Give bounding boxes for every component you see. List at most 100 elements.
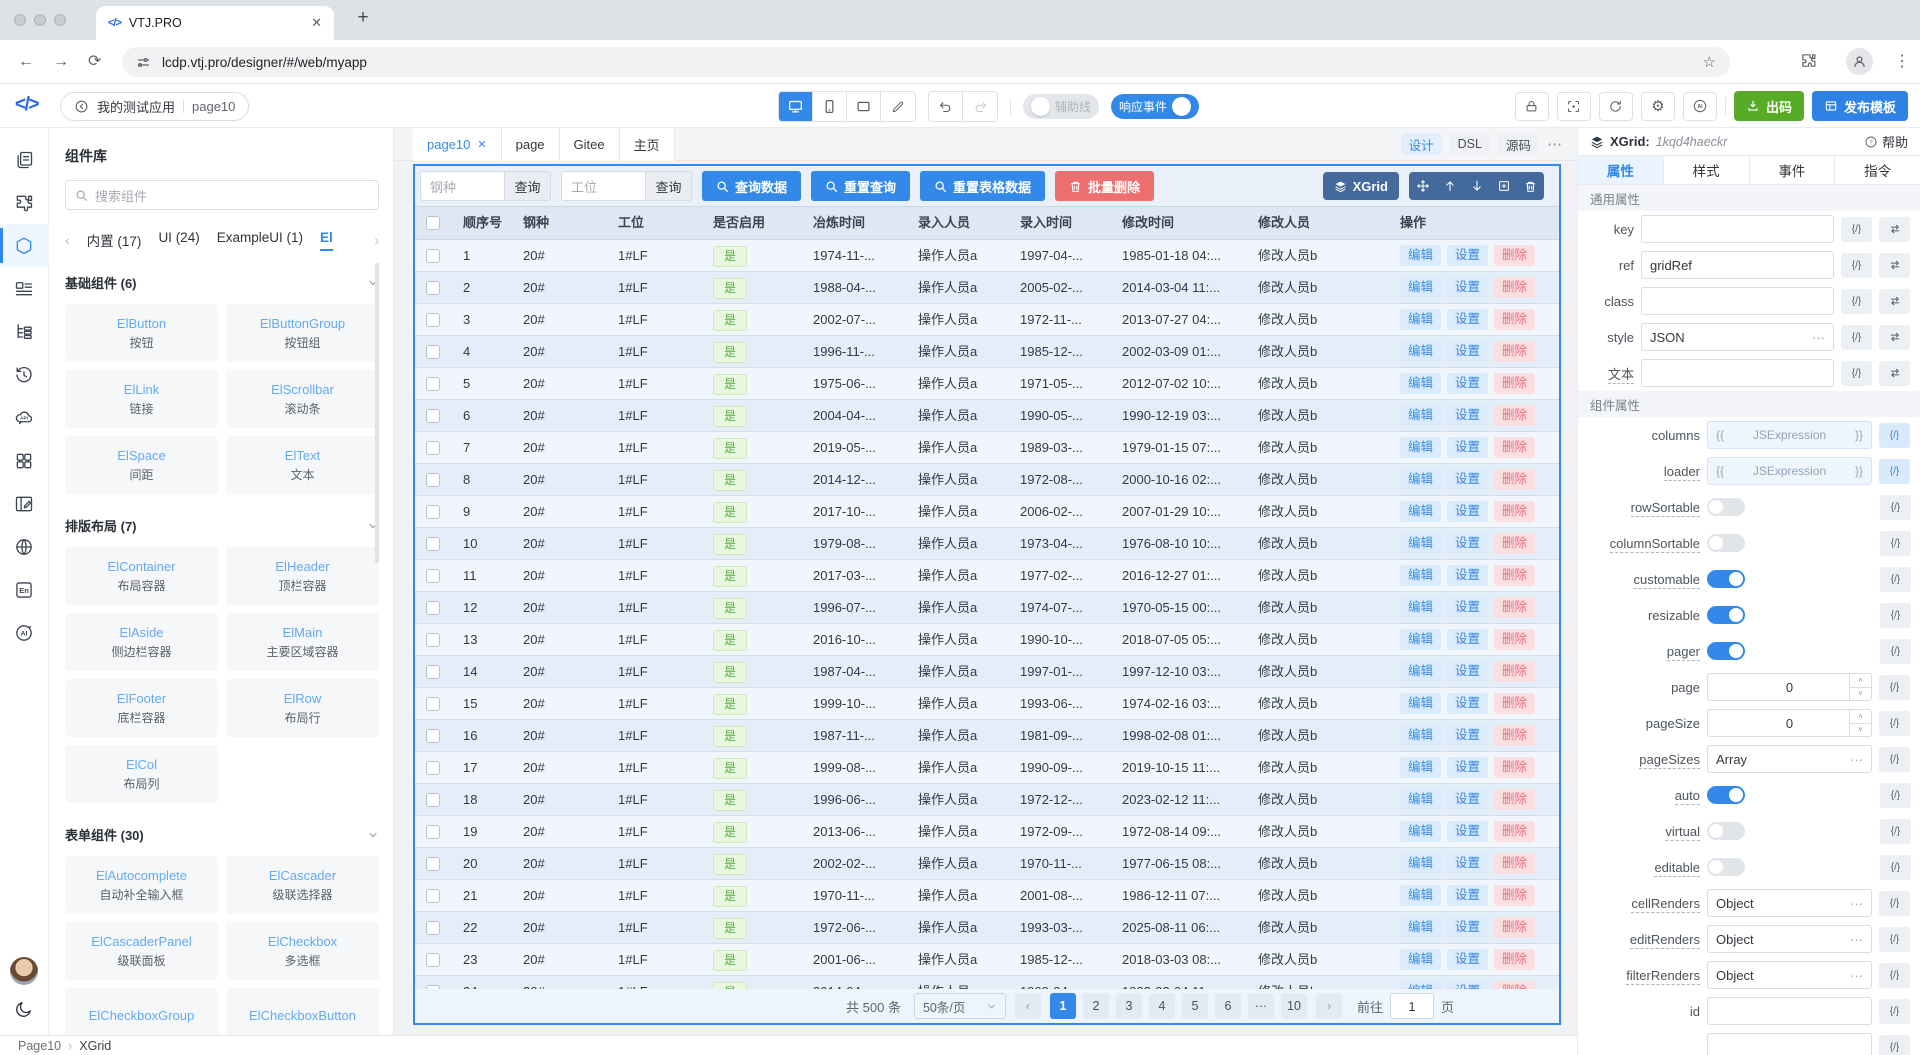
row-checkbox[interactable] (415, 304, 451, 335)
ref-input[interactable]: gridRef (1641, 251, 1834, 279)
extensions-puzzle-icon[interactable] (1800, 52, 1817, 69)
delete-button[interactable]: 删除 (1494, 853, 1536, 874)
window-zoom-icon[interactable] (54, 14, 66, 26)
delete-button[interactable]: 删除 (1494, 725, 1536, 746)
tab-指令[interactable]: 指令 (1835, 156, 1920, 184)
edit-button[interactable]: 编辑 (1400, 277, 1442, 298)
code-expression-icon[interactable]: {/} (1880, 494, 1911, 520)
settings-button[interactable]: 设置 (1447, 341, 1489, 362)
column-header-冶炼时间[interactable]: 冶炼时间 (801, 207, 906, 239)
columns-expression[interactable]: {{JSExpression}} (1707, 421, 1872, 449)
library-tab-0[interactable]: 内置 (17) (87, 230, 142, 251)
row-checkbox[interactable] (415, 688, 451, 719)
edit-pencil-button[interactable] (881, 92, 915, 121)
tabs-scroll-right-icon[interactable]: › (374, 232, 379, 248)
row-checkbox[interactable] (415, 944, 451, 975)
component-item-ElCheckbox[interactable]: ElCheckbox 多选框 (226, 922, 379, 980)
browser-profile-avatar[interactable] (1846, 48, 1873, 75)
class-input[interactable] (1641, 287, 1834, 315)
columnSortable-toggle[interactable] (1707, 534, 1745, 552)
delete-button[interactable]: 删除 (1494, 757, 1536, 778)
component-item-ElText[interactable]: ElText 文本 (226, 436, 379, 494)
style-input[interactable]: JSON ··· (1641, 323, 1834, 351)
site-info-icon[interactable] (136, 55, 151, 70)
settings-button[interactable]: 设置 (1447, 405, 1489, 426)
delete-button[interactable]: 删除 (1494, 501, 1536, 522)
column-header-是否启用[interactable]: 是否启用 (701, 207, 801, 239)
code-expression-icon[interactable]: {/} (1880, 782, 1911, 808)
column-header-顺序号[interactable]: 顺序号 (451, 207, 511, 239)
delete-button[interactable]: 删除 (1494, 693, 1536, 714)
breadcrumb-page[interactable]: Page10 (18, 1039, 61, 1053)
settings-button[interactable]: 设置 (1447, 597, 1489, 618)
query-data-button[interactable]: 查询数据 (702, 171, 802, 201)
history-icon[interactable] (0, 353, 49, 396)
ai-icon[interactable]: AI (0, 611, 49, 654)
bind-swap-icon[interactable] (1879, 324, 1910, 350)
settings-button[interactable]: 设置 (1447, 853, 1489, 874)
code-expression-icon[interactable]: {/} (1879, 890, 1910, 916)
mode-dsl-button[interactable]: DSL (1449, 133, 1490, 155)
code-expression-icon[interactable]: {/} (1879, 422, 1910, 448)
page-stepper[interactable]: 0 ˄ ˅ (1707, 673, 1872, 701)
page-tab-主页[interactable]: 主页 (619, 128, 675, 161)
page-tab-page[interactable]: page (501, 128, 560, 161)
delete-button[interactable]: 删除 (1494, 597, 1536, 618)
breadcrumb-component[interactable]: XGrid (79, 1039, 111, 1053)
settings-button[interactable]: 设置 (1447, 565, 1489, 586)
page-button-6[interactable]: 6 (1214, 993, 1241, 1019)
respond-events-toggle[interactable]: 响应事件 (1111, 94, 1200, 119)
browser-tab[interactable]: </> VTJ.PRO ✕ (96, 6, 334, 40)
steel-filter-input[interactable]: 钢种 (420, 171, 505, 201)
edit-button[interactable]: 编辑 (1400, 533, 1442, 554)
settings-button[interactable]: 设置 (1447, 757, 1489, 778)
device-phone-button[interactable] (813, 92, 847, 121)
cellRenders-input[interactable]: Object ··· (1707, 889, 1872, 917)
device-tablet-button[interactable] (847, 92, 881, 121)
row-checkbox[interactable] (415, 592, 451, 623)
row-checkbox[interactable] (415, 816, 451, 847)
vtj-logo[interactable]: </> (15, 94, 39, 116)
delete-button[interactable]: 删除 (1494, 309, 1536, 330)
theme-moon-icon[interactable] (14, 999, 34, 1019)
component-item-ElAside[interactable]: ElAside 侧边栏容器 (65, 613, 218, 671)
library-tab-1[interactable]: UI (24) (158, 230, 199, 251)
page-button-10[interactable]: 10 (1280, 993, 1307, 1019)
tab-close-icon[interactable]: ✕ (311, 15, 322, 31)
move-up-icon[interactable] (1436, 172, 1463, 200)
settings-button[interactable]: 设置 (1447, 245, 1489, 266)
code-expression-icon[interactable]: {/} (1841, 216, 1872, 242)
apps-icon[interactable] (0, 439, 49, 482)
edit-button[interactable]: 编辑 (1400, 789, 1442, 810)
customable-toggle[interactable] (1707, 570, 1745, 588)
code-expression-icon[interactable]: {/} (1879, 674, 1910, 700)
blocks-icon[interactable] (0, 181, 49, 224)
code-expression-icon[interactable]: {/} (1880, 854, 1911, 880)
row-checkbox[interactable] (415, 848, 451, 879)
virtual-toggle[interactable] (1707, 822, 1745, 840)
settings-button[interactable]: 设置 (1447, 981, 1489, 989)
code-expression-icon[interactable]: {/} (1841, 360, 1872, 386)
edit-button[interactable]: 编辑 (1400, 373, 1442, 394)
delete-button[interactable]: 删除 (1494, 405, 1536, 426)
page-button-4[interactable]: 4 (1148, 993, 1175, 1019)
xgrid-component-selected[interactable]: 钢种 查询 工位 查询 查询数据 重置查询 重置表格数据 批量删除 XGrid (413, 164, 1561, 1025)
component-item-ElSpace[interactable]: ElSpace 间距 (65, 436, 218, 494)
project-breadcrumb[interactable]: 我的测试应用 page10 (60, 92, 250, 121)
edit-button[interactable]: 编辑 (1400, 597, 1442, 618)
page-size-select[interactable]: 50条/页 (913, 993, 1006, 1019)
settings-button[interactable]: 设置 (1447, 437, 1489, 458)
station-filter-input[interactable]: 工位 (561, 171, 646, 201)
page-tab-Gitee[interactable]: Gitee (559, 128, 620, 161)
lock-icon[interactable] (1514, 91, 1549, 121)
column-header-录入时间[interactable]: 录入时间 (1008, 207, 1110, 239)
delete-button[interactable]: 删除 (1494, 661, 1536, 682)
undo-icon[interactable] (929, 92, 963, 121)
delete-button[interactable]: 删除 (1494, 629, 1536, 650)
section-header[interactable]: 基础组件 (6) (65, 273, 379, 292)
edit-button[interactable]: 编辑 (1400, 661, 1442, 682)
row-checkbox[interactable] (415, 752, 451, 783)
edit-button[interactable]: 编辑 (1400, 981, 1442, 989)
row-checkbox[interactable] (415, 656, 451, 687)
edit-button[interactable]: 编辑 (1400, 565, 1442, 586)
